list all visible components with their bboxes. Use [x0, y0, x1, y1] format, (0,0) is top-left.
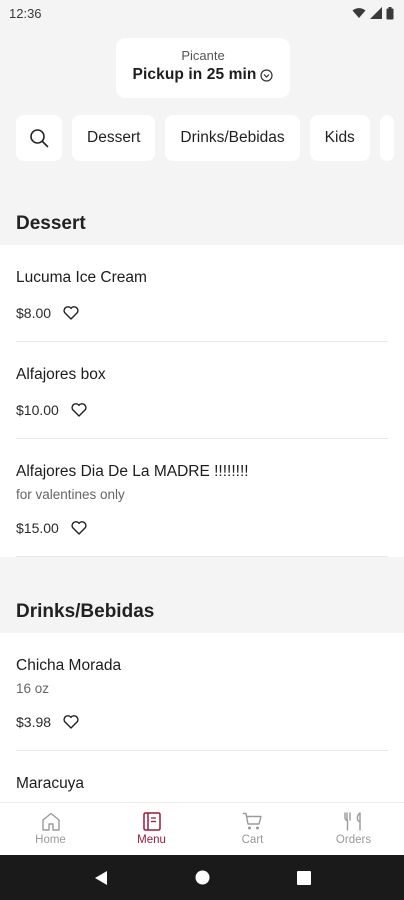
section-dessert: Lucuma Ice Cream $8.00 Alfajores box $10… [0, 245, 404, 585]
category-chip-more[interactable] [379, 115, 394, 161]
section-title: Drinks/Bebidas [16, 601, 155, 622]
category-chips: Dessert Drinks/Bebidas Kids [16, 115, 394, 161]
item-price: $15.00 [16, 520, 59, 536]
nav-home[interactable]: Home [0, 803, 101, 855]
item-name: Alfajores Dia De La MADRE !!!!!!!! [16, 463, 249, 480]
nav-label: Orders [335, 834, 372, 846]
item-price: $10.00 [16, 402, 59, 418]
pickup-time: Pickup in 25 min [132, 66, 257, 83]
bottom-navigation: Home Menu Cart Orders [0, 802, 404, 855]
nav-menu[interactable]: Menu [101, 803, 202, 855]
heart-icon[interactable] [71, 521, 87, 535]
store-pickup-selector[interactable]: Picante Pickup in 25 min [116, 38, 290, 98]
section-spacer [0, 557, 404, 585]
item-price: $8.00 [16, 305, 52, 321]
section-drinks: Chicha Morada 16 oz $3.98 Maracuya [0, 633, 404, 802]
item-description: 16 oz [16, 681, 50, 696]
home-circle-icon[interactable] [195, 870, 210, 885]
nav-label: Home [35, 834, 66, 846]
category-chip-drinks[interactable]: Drinks/Bebidas [165, 115, 300, 161]
search-icon [30, 129, 49, 148]
nav-label: Cart [241, 834, 264, 846]
menu-item[interactable]: Alfajores Dia De La MADRE !!!!!!!! for v… [16, 439, 388, 557]
cart-icon [243, 812, 262, 830]
status-time: 12:36 [9, 5, 42, 21]
category-chip-kids[interactable]: Kids [309, 115, 370, 161]
store-name: Picante [181, 48, 225, 63]
section-title: Dessert [16, 213, 86, 234]
chevron-down-circle-icon [260, 68, 274, 82]
menu-list[interactable]: Dessert Lucuma Ice Cream $8.00 Alfajores… [0, 195, 404, 802]
nav-label: Menu [137, 834, 166, 846]
home-icon [41, 812, 60, 831]
menu-item[interactable]: Alfajores box $10.00 [16, 342, 388, 439]
status-icons [352, 6, 394, 20]
signal-icon [370, 7, 382, 19]
orders-icon [343, 812, 361, 831]
item-name: Alfajores box [16, 366, 106, 383]
item-name: Maracuya [16, 775, 85, 792]
item-description: for valentines only [16, 487, 125, 502]
menu-icon [142, 812, 161, 831]
heart-icon[interactable] [71, 403, 87, 417]
menu-item[interactable]: Lucuma Ice Cream $8.00 [16, 245, 388, 342]
nav-cart[interactable]: Cart [202, 803, 303, 855]
system-navigation-bar [0, 855, 404, 900]
back-icon[interactable] [94, 870, 108, 886]
status-bar: 12:36 [0, 0, 404, 26]
wifi-icon [352, 8, 366, 18]
item-price: $3.98 [16, 714, 52, 730]
menu-item[interactable]: Chicha Morada 16 oz $3.98 [16, 633, 388, 751]
heart-icon[interactable] [63, 715, 79, 729]
heart-icon[interactable] [63, 306, 79, 320]
item-name: Chicha Morada [16, 657, 122, 674]
item-name: Lucuma Ice Cream [16, 269, 147, 286]
menu-item[interactable]: Maracuya [16, 751, 388, 802]
battery-icon [386, 6, 394, 19]
nav-orders[interactable]: Orders [303, 803, 404, 855]
search-button[interactable] [16, 115, 62, 161]
recents-icon[interactable] [296, 870, 311, 885]
category-chip-dessert[interactable]: Dessert [72, 115, 156, 161]
